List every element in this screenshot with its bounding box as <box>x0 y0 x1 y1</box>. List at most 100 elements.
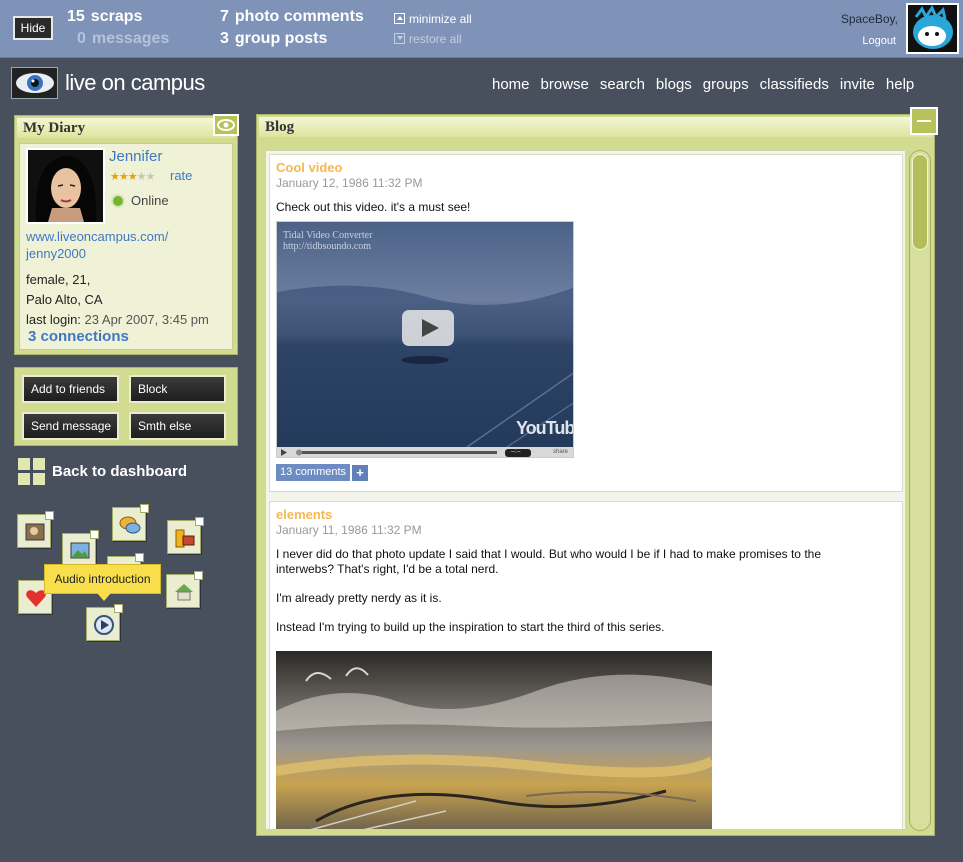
messages-label: messages <box>91 30 170 47</box>
dashboard-grid-icon <box>18 458 45 485</box>
scraps-count: 15 <box>67 8 85 25</box>
video-overlay-text: Tidal Video Converter http://tidbsoundo.… <box>283 230 372 252</box>
star-empty-icon: ★★ <box>136 171 156 183</box>
blog-post: Cool video January 12, 1986 11:32 PM Che… <box>269 154 903 492</box>
profile-name[interactable]: Jennifer <box>109 148 162 165</box>
group-posts-stat[interactable]: 3 group posts <box>220 30 327 48</box>
minimize-all-button[interactable]: minimize all <box>394 12 472 26</box>
eye-icon <box>217 119 235 131</box>
profile-url[interactable]: www.liveoncampus.com/ jenny2000 <box>26 228 168 262</box>
comments-button[interactable]: 13 comments <box>276 464 351 481</box>
scrollbar-thumb[interactable] <box>912 154 928 250</box>
profile-actions-panel: Add to friends Block Send message Smth e… <box>14 367 238 446</box>
nav-help[interactable]: help <box>886 76 914 93</box>
video-player[interactable]: Tidal Video Converter http://tidbsoundo.… <box>276 221 574 458</box>
profile-gender-age: female, 21, <box>26 272 91 287</box>
block-button[interactable]: Block <box>129 375 226 403</box>
restore-icon <box>394 33 405 44</box>
photo-comments-label: photo comments <box>234 8 364 25</box>
post-body: Check out this video. it's a must see! <box>276 200 471 214</box>
send-message-button[interactable]: Send message <box>22 412 119 440</box>
nav-invite[interactable]: invite <box>840 76 875 93</box>
nav-blogs[interactable]: blogs <box>656 76 692 93</box>
minimize-blog-button[interactable] <box>910 107 938 135</box>
hide-button[interactable]: Hide <box>13 16 53 40</box>
painting-image <box>276 651 712 829</box>
last-login-value: 23 Apr 2007, 3:45 pm <box>84 312 209 327</box>
profile-url-line1: www.liveoncampus.com/ <box>26 229 169 244</box>
photo-icon <box>25 523 45 541</box>
online-status: Online <box>131 193 169 208</box>
blog-panel: Blog Cool video January 12, 1986 11:32 P… <box>256 107 938 836</box>
add-to-friends-button[interactable]: Add to friends <box>22 375 119 403</box>
chat-app-icon[interactable] <box>112 504 149 541</box>
user-avatar[interactable] <box>906 3 959 54</box>
youtube-logo: YouTube <box>516 418 574 438</box>
post-date: January 11, 1986 11:32 PM <box>276 523 422 537</box>
photo-comments-count: 7 <box>220 8 229 25</box>
nav-groups[interactable]: groups <box>703 76 749 93</box>
messages-count: 0 <box>77 30 86 47</box>
post-paragraph: Instead I'm trying to build up the inspi… <box>276 620 665 634</box>
nav-home[interactable]: home <box>492 76 530 93</box>
blog-scrollbar[interactable] <box>909 150 931 831</box>
minimize-all-label: minimize all <box>409 12 472 26</box>
photo-app-icon[interactable] <box>17 511 54 548</box>
username: SpaceBoy, <box>840 12 898 26</box>
my-diary-panel: My Diary Jennifer ★★★★★ rate Online www.… <box>14 114 239 355</box>
folder-app-icon[interactable] <box>167 517 204 554</box>
view-toggle-button[interactable] <box>213 114 239 136</box>
add-comment-icon[interactable]: + <box>352 465 369 481</box>
group-posts-label: group posts <box>234 30 328 47</box>
nav-browse[interactable]: browse <box>541 76 589 93</box>
back-to-dashboard-label: Back to dashboard <box>52 463 188 480</box>
rate-link[interactable]: rate <box>170 168 192 183</box>
profile-url-line2: jenny2000 <box>26 246 86 261</box>
blog-title: Blog <box>259 117 932 137</box>
nav-search[interactable]: search <box>600 76 645 93</box>
star-icon: ★★★ <box>110 171 138 183</box>
last-login: last login: 23 Apr 2007, 3:45 pm <box>26 310 209 330</box>
site-logo[interactable]: live on campus <box>65 70 205 96</box>
profile-location: Palo Alto, CA <box>26 292 103 307</box>
nav-classifieds[interactable]: classifieds <box>760 76 829 93</box>
video-overlay-title: Tidal Video Converter <box>283 230 373 241</box>
blog-post: elements January 11, 1986 11:32 PM I nev… <box>269 501 903 829</box>
notification-bar: Hide 15 scraps 0 messages 7 photo comments … <box>0 0 963 58</box>
last-login-label: last login: <box>26 312 81 327</box>
something-else-button[interactable]: Smth else <box>129 412 226 440</box>
profile-card: Jennifer ★★★★★ rate Online www.liveoncam… <box>19 143 233 350</box>
scraps-label: scraps <box>90 8 143 25</box>
play-icon <box>94 615 114 635</box>
group-posts-count: 3 <box>220 30 229 47</box>
house-icon <box>175 584 193 601</box>
blog-content[interactable]: Cool video January 12, 1986 11:32 PM Che… <box>265 150 906 830</box>
messages-stat[interactable]: 0 messages <box>77 30 169 48</box>
restore-all-button[interactable]: restore all <box>394 32 462 46</box>
post-date: January 12, 1986 11:32 PM <box>276 176 423 190</box>
video-overlay-url: http://tidbsoundo.com <box>283 241 372 252</box>
connections-link[interactable]: 3 connections <box>28 328 129 345</box>
back-to-dashboard-link[interactable]: Back to dashboard <box>18 458 187 485</box>
logout-link[interactable]: Logout <box>862 35 896 47</box>
post-paragraph: I'm already pretty nerdy as it is. <box>276 591 442 605</box>
profile-photo[interactable] <box>26 148 105 224</box>
video-time: --:-- <box>511 449 521 455</box>
post-title[interactable]: elements <box>276 507 896 522</box>
gallery-app-icon[interactable] <box>62 530 99 567</box>
spaceboy-avatar-icon <box>908 5 957 52</box>
home-app-icon[interactable] <box>166 571 203 608</box>
post-image[interactable] <box>276 651 712 829</box>
my-diary-title: My Diary <box>17 118 235 138</box>
photo-comments-stat[interactable]: 7 photo comments <box>220 8 364 26</box>
post-title[interactable]: Cool video <box>276 160 896 175</box>
scraps-stat[interactable]: 15 scraps <box>67 8 142 26</box>
profile-info: female, 21, Palo Alto, CA last login: 23… <box>26 270 209 330</box>
audio-introduction-tooltip: Audio introduction <box>44 564 161 601</box>
logo-eye-icon[interactable] <box>11 67 58 99</box>
main-nav: home browse search blogs groups classifi… <box>492 76 925 93</box>
video-share[interactable]: share <box>553 449 568 455</box>
audio-app-icon[interactable] <box>86 604 123 641</box>
restore-all-label: restore all <box>409 32 462 46</box>
chat-icon <box>119 516 141 534</box>
